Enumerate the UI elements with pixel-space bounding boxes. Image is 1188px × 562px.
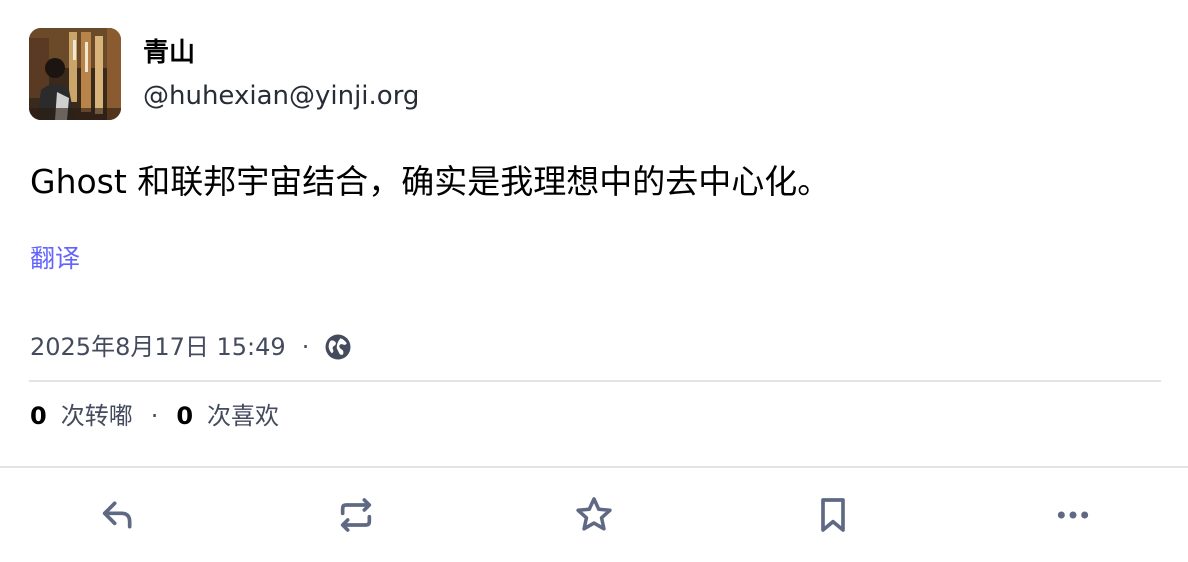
favourite-button[interactable]	[570, 488, 618, 542]
favourites-label: 次喜欢	[207, 402, 280, 430]
reblogs-link[interactable]: 0 次转嘟	[30, 399, 133, 433]
meta-separator: ·	[301, 333, 310, 361]
status-meta: 2025年8月17日 15:49 ·	[30, 330, 353, 364]
status-counts: 0 次转嘟 · 0 次喜欢	[30, 399, 279, 433]
counts-separator: ·	[150, 402, 159, 430]
avatar[interactable]	[29, 28, 121, 120]
status-content: Ghost 和联邦宇宙结合，确实是我理想中的去中心化。	[30, 162, 831, 201]
favourites-count: 0	[176, 402, 194, 430]
more-button[interactable]	[1049, 488, 1097, 542]
reblogs-count: 0	[30, 402, 47, 430]
status-header: 青山 @huhexian@yinji.org	[29, 28, 419, 120]
reply-button[interactable]	[94, 488, 142, 542]
favourites-link[interactable]: 0 次喜欢	[176, 399, 279, 433]
avatar-photo-icon	[29, 28, 121, 120]
bookmark-icon	[821, 498, 845, 532]
star-icon	[576, 497, 612, 531]
divider	[29, 380, 1161, 382]
boost-button[interactable]	[332, 488, 380, 542]
account-handle[interactable]: @huhexian@yinji.org	[143, 79, 419, 113]
reblogs-label: 次转嘟	[60, 402, 133, 430]
display-name[interactable]: 青山	[143, 36, 419, 70]
translate-button[interactable]: 翻译	[30, 242, 80, 276]
boost-icon	[340, 498, 372, 532]
globe-icon	[323, 332, 353, 362]
reply-icon	[102, 501, 132, 529]
bookmark-button[interactable]	[809, 488, 857, 542]
action-bar	[0, 488, 1188, 542]
status-detail: 青山 @huhexian@yinji.org Ghost 和联邦宇宙结合，确实是…	[0, 0, 1188, 562]
timestamp-link[interactable]: 2025年8月17日 15:49	[30, 330, 286, 364]
divider	[0, 466, 1188, 468]
author-names: 青山 @huhexian@yinji.org	[143, 36, 419, 113]
more-icon	[1057, 511, 1089, 519]
